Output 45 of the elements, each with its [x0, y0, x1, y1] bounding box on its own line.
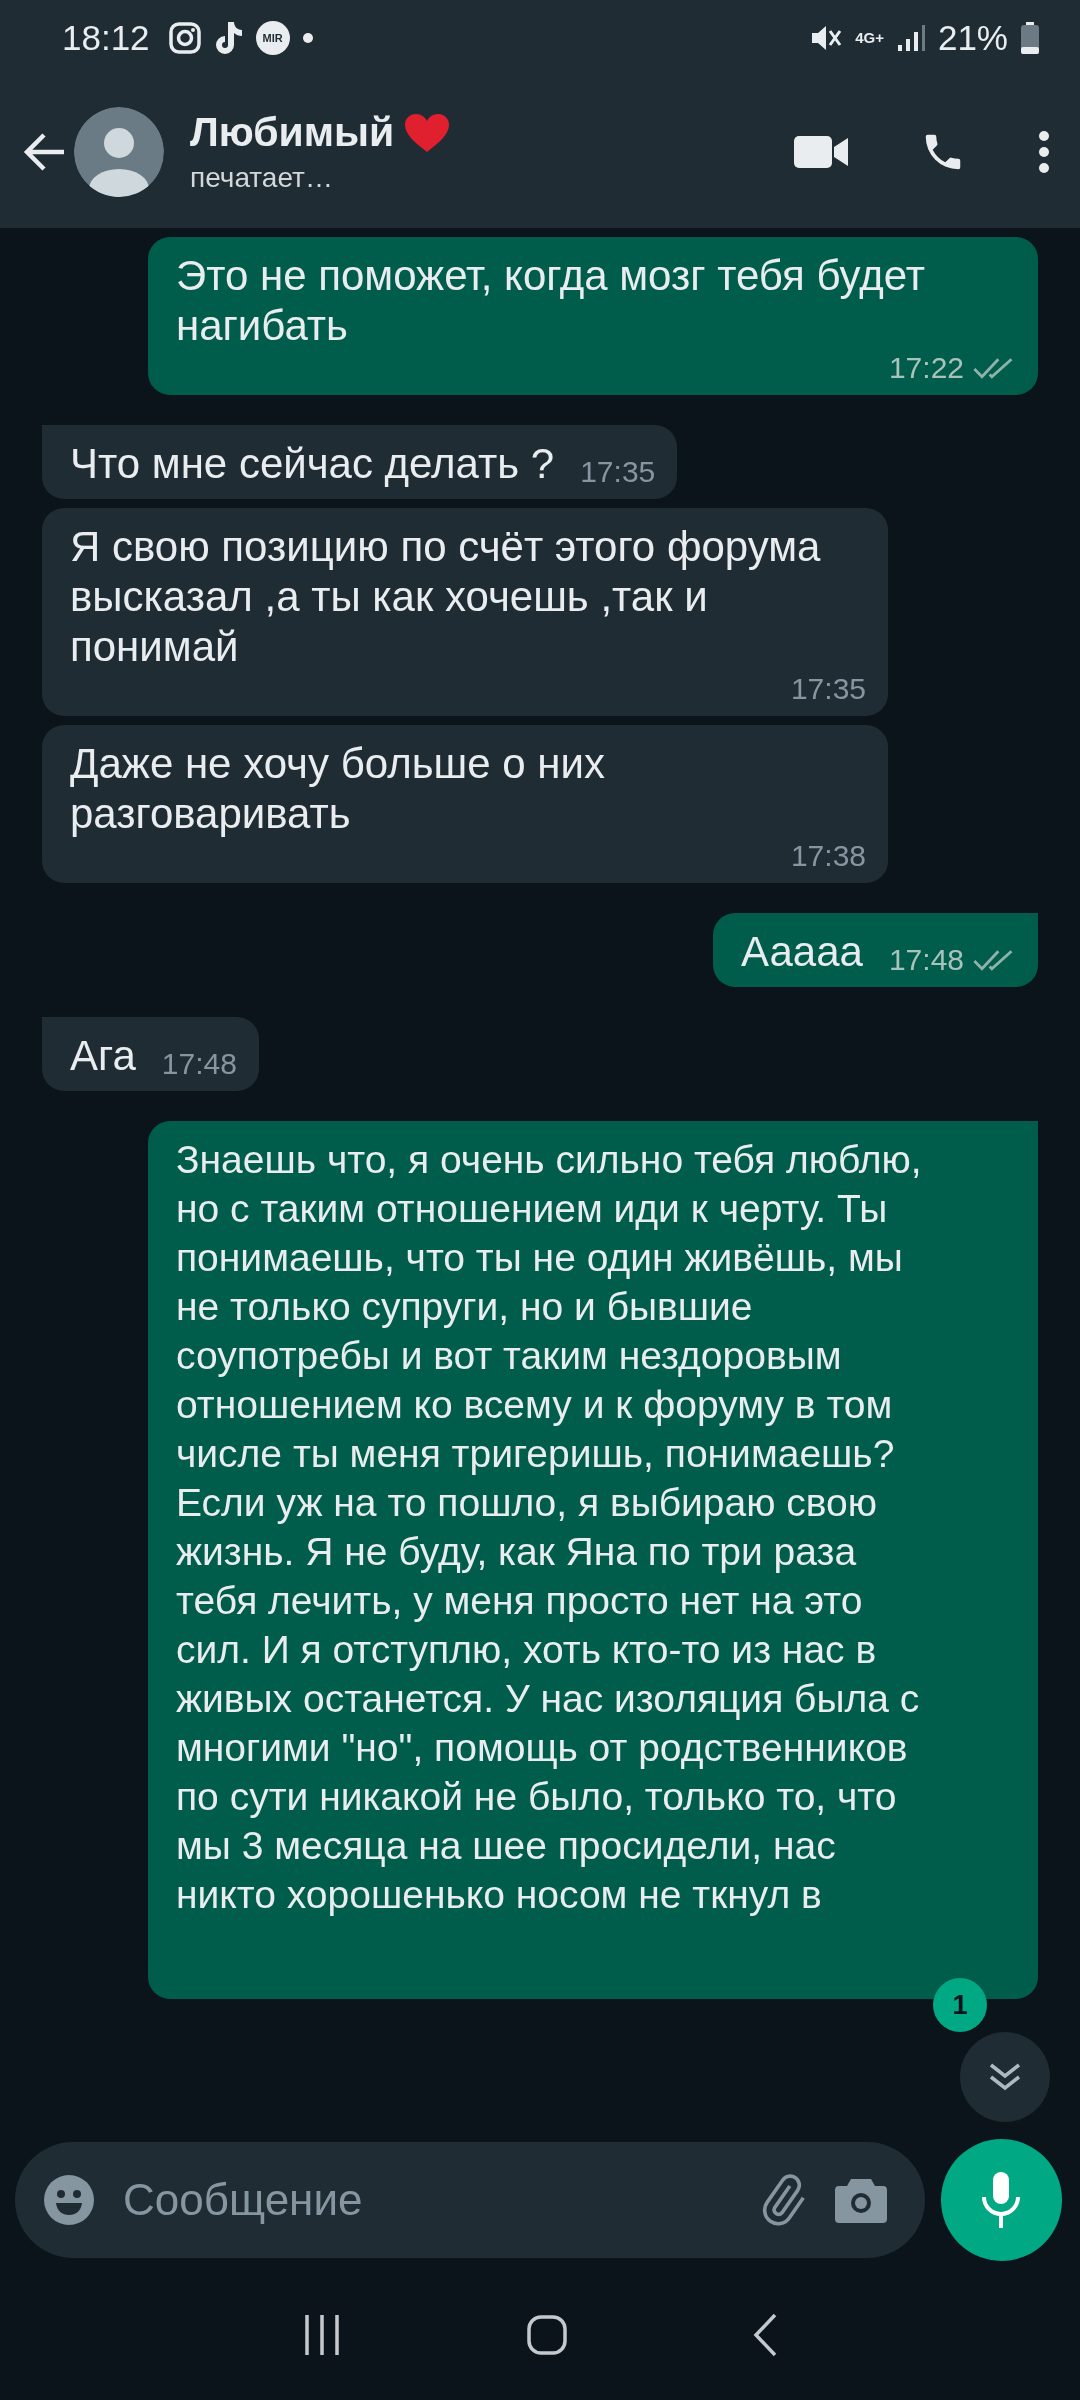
- status-time: 18:12: [62, 17, 150, 58]
- message-time: 17:48: [888, 943, 964, 977]
- more-options-icon[interactable]: [1038, 129, 1050, 174]
- camera-app-icon: [167, 20, 202, 55]
- message-bubble[interactable]: Ага 17:48: [42, 1017, 259, 1091]
- message-text: Ага: [70, 1031, 136, 1081]
- message-bubble[interactable]: Даже не хочу больше о них разговаривать 17:38: [42, 725, 888, 883]
- avatar-icon[interactable]: [74, 106, 164, 197]
- message-bubble[interactable]: Это не поможет, когда мозг тебя будет нагибать 17:22: [148, 237, 1038, 395]
- message-time: 17:35: [580, 455, 656, 489]
- battery-icon: [1020, 20, 1040, 55]
- back-arrow-icon[interactable]: [22, 131, 66, 172]
- message-time: 17:22: [888, 351, 964, 385]
- double-chevron-icon: [988, 2062, 1022, 2092]
- battery-percent: 21%: [937, 17, 1008, 58]
- message-composer[interactable]: Сообщение: [15, 2142, 925, 2258]
- music-note-icon: [213, 19, 244, 56]
- message-text: Даже не хочу больше о них разговаривать: [70, 739, 606, 839]
- network-type: 4G+: [855, 29, 884, 46]
- recent-apps-icon[interactable]: [302, 2313, 342, 2357]
- contact-name[interactable]: Любимый: [190, 109, 395, 156]
- back-icon[interactable]: [752, 2313, 778, 2357]
- message-text: Что мне сейчас делать ?: [70, 439, 555, 489]
- message-time: 17:48: [161, 1047, 237, 1081]
- camera-icon[interactable]: [834, 2177, 887, 2223]
- message-text: Я свою позицию по счёт этого форума высказал ,а ты как хочешь ,так и понимай: [70, 522, 822, 672]
- message-text: Ааааа: [741, 927, 863, 977]
- unread-count-badge: 1: [933, 1978, 987, 2032]
- message-bubble[interactable]: Что мне сейчас делать ? 17:35: [42, 425, 678, 499]
- emoji-icon[interactable]: [43, 2174, 95, 2226]
- microphone-icon: [981, 2171, 1022, 2229]
- message-time: 17:35: [790, 672, 866, 706]
- message-bubble[interactable]: Ааааа 17:48: [713, 913, 1038, 987]
- message-text: Знаешь что, я очень сильно тебя люблю, но с таким отношением иди к черту. Ты понимаешь, что ты не один живёшь, мы не только супруги, но и бывшие соупотребы и вот таким нездоровым отношением ко всему и к форуму в том числе ты меня тригеришь, понимаешь? Если уж на то пошло, я выбираю свою жизнь. Я не буду, как Яна по три раза тебя лечить, у меня просто нет на это сил. И я отступлю, хоть кто-то из нас в живых останется. У нас изоляция была с многими "но", помощь от родственников по сути никакой не было, только то, что мы 3 месяца на шее просидели, нас никто хорошенько носом не ткнул в: [176, 1137, 923, 1918]
- message-text: Это не поможет, когда мозг тебя будет нагибать: [176, 251, 926, 351]
- app-badge-icon: MIR: [255, 20, 290, 55]
- heart-icon: [404, 112, 451, 153]
- home-icon[interactable]: [526, 2314, 568, 2356]
- dot-icon: [301, 31, 314, 44]
- message-time: 17:38: [790, 839, 866, 873]
- message-bubble[interactable]: Я свою позицию по счёт этого форума высказал ,а ты как хочешь ,так и понимай 17:35: [42, 508, 888, 716]
- signal-icon: [895, 22, 926, 53]
- video-call-icon[interactable]: [794, 134, 848, 169]
- typing-status: печатает…: [190, 162, 334, 194]
- message-input-field[interactable]: Сообщение: [121, 2174, 729, 2226]
